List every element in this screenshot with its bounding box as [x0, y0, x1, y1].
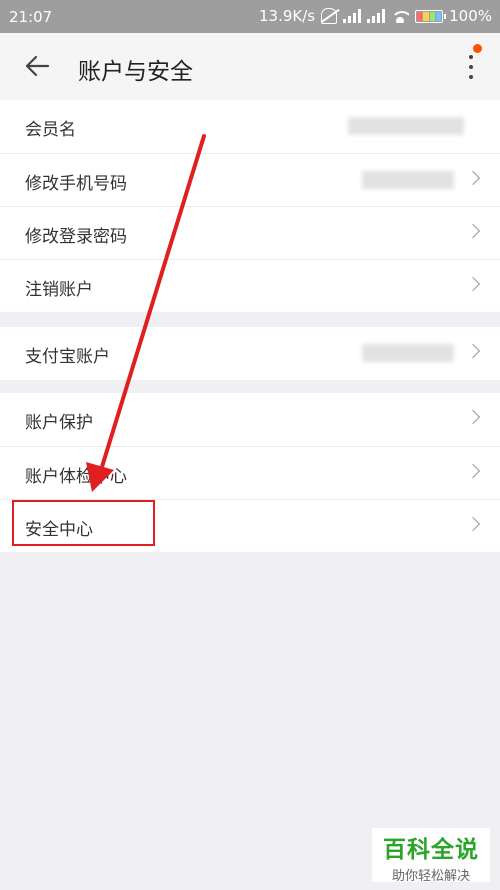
- battery-percent: 100%: [449, 7, 492, 25]
- change-phone-label: 修改手机号码: [25, 174, 127, 194]
- signal-icon-2: [367, 9, 386, 23]
- chevron-right-icon: [465, 223, 481, 239]
- watermark-title: 百科全说: [383, 837, 479, 863]
- cancel-account-label: 注销账户: [25, 280, 93, 300]
- watermark-subtitle: 助你轻松解决: [391, 869, 470, 884]
- account-checkup-label: 账户体检中心: [25, 467, 127, 487]
- member-name-row: 会员名: [0, 100, 500, 153]
- alipay-account-label: 支付宝账户: [25, 347, 110, 367]
- network-speed: 13.9K/s: [259, 7, 316, 25]
- cancel-account-row[interactable]: 注销账户: [0, 259, 500, 312]
- status-bar: 21:07 13.9K/s 100%: [0, 0, 500, 33]
- chevron-right-icon: [465, 463, 481, 479]
- status-time: 21:07: [9, 8, 53, 26]
- watermark-logo: 百科全说 助你轻松解决: [372, 828, 490, 884]
- change-password-label: 修改登录密码: [25, 227, 127, 247]
- account-protection-label: 账户保护: [25, 413, 93, 433]
- signal-icon: [343, 9, 362, 23]
- chevron-right-icon: [465, 409, 481, 425]
- chevron-right-icon: [465, 170, 481, 186]
- alipay-group: 支付宝账户: [0, 327, 500, 380]
- more-menu-icon[interactable]: [464, 44, 482, 84]
- chevron-right-icon: [465, 516, 481, 532]
- account-settings-group: 会员名 修改手机号码 修改登录密码 注销账户: [0, 100, 500, 312]
- member-name-value-redacted: [348, 117, 464, 135]
- alipay-value-redacted: [362, 344, 454, 362]
- status-icons: 13.9K/s 100%: [259, 7, 492, 25]
- battery-icon: [415, 9, 447, 23]
- chevron-right-icon: [465, 343, 481, 359]
- change-phone-row[interactable]: 修改手机号码: [0, 153, 500, 206]
- alipay-account-row[interactable]: 支付宝账户: [0, 327, 500, 380]
- highlight-box: [12, 500, 155, 546]
- change-password-row[interactable]: 修改登录密码: [0, 206, 500, 259]
- back-arrow-icon[interactable]: [24, 53, 50, 79]
- chevron-right-icon: [465, 276, 481, 292]
- member-name-label: 会员名: [25, 120, 76, 140]
- wifi-icon: [391, 9, 410, 23]
- phone-value-redacted: [362, 171, 454, 189]
- account-protection-row[interactable]: 账户保护: [0, 393, 500, 446]
- page-title: 账户与安全: [78, 59, 193, 85]
- notification-dot: [473, 44, 482, 53]
- app-header: 账户与安全: [0, 33, 500, 100]
- account-checkup-row[interactable]: 账户体检中心: [0, 446, 500, 499]
- mute-notification-icon: [321, 8, 338, 24]
